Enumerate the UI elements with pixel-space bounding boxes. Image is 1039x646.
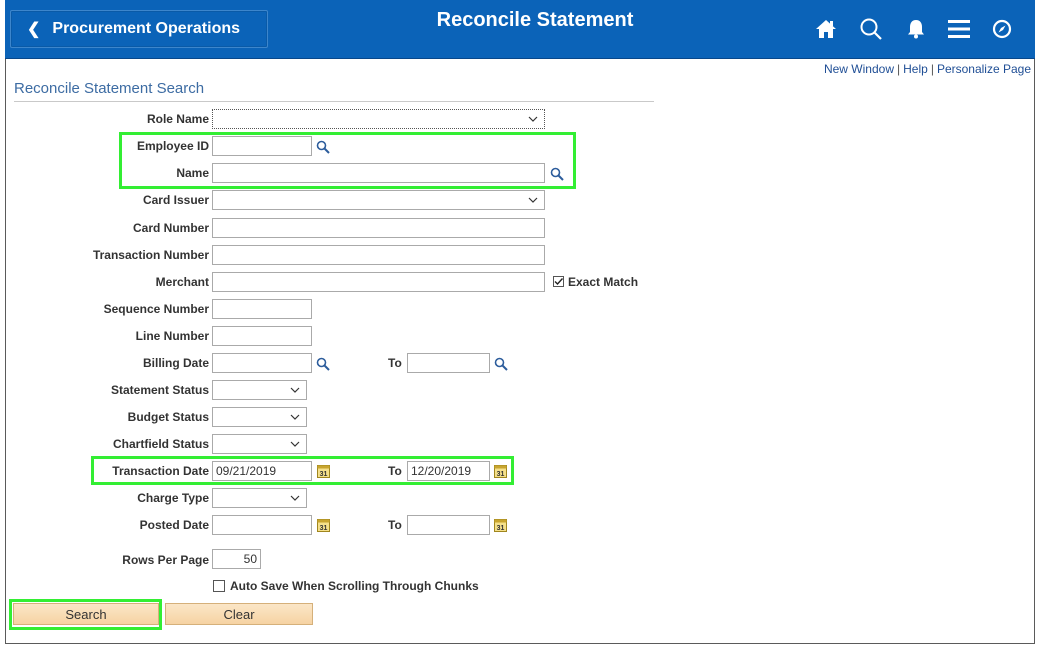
back-label: Procurement Operations [52, 20, 241, 37]
statement-status-label: Statement Status [110, 383, 209, 397]
posted-date-label: Posted Date [139, 518, 209, 532]
transaction-date-to-calendar-icon[interactable]: 31 [494, 464, 507, 478]
posted-date-to-label: To [388, 518, 402, 532]
auto-save-checkbox[interactable] [213, 580, 225, 592]
line-number-label: Line Number [135, 329, 209, 343]
chevron-down-icon [290, 441, 300, 447]
transaction-date-to-input[interactable] [407, 461, 490, 481]
statement-status-select[interactable] [212, 380, 307, 400]
name-label: Name [176, 166, 209, 180]
role-name-label: Role Name [146, 112, 209, 126]
billing-date-to-input[interactable] [407, 353, 490, 373]
rows-per-page-label: Rows Per Page [122, 553, 209, 567]
budget-status-select[interactable] [212, 407, 307, 427]
transaction-number-label: Transaction Number [92, 248, 209, 262]
posted-date-calendar-icon[interactable]: 31 [317, 518, 330, 532]
billing-date-to-lookup-icon[interactable] [494, 357, 508, 371]
link-separator: | [930, 62, 934, 76]
name-lookup-icon[interactable] [550, 167, 564, 181]
transaction-date-input[interactable] [212, 461, 312, 481]
exact-match-label: Exact Match [568, 275, 639, 289]
new-window-link[interactable]: New Window [824, 62, 894, 76]
charge-type-label: Charge Type [137, 491, 209, 505]
role-name-select[interactable] [212, 109, 545, 129]
employee-id-input[interactable] [212, 136, 312, 156]
svg-text:31: 31 [320, 471, 328, 478]
svg-text:31: 31 [497, 525, 505, 532]
transaction-date-label: Transaction Date [112, 464, 209, 478]
card-issuer-select[interactable] [212, 190, 545, 210]
merchant-label: Merchant [155, 275, 209, 289]
line-number-input[interactable] [212, 326, 312, 346]
navbar-compass-icon[interactable] [988, 15, 1016, 43]
search-icon[interactable] [857, 15, 885, 43]
help-link[interactable]: Help [903, 62, 928, 76]
clear-button[interactable]: Clear [165, 603, 313, 625]
home-icon[interactable] [812, 15, 840, 43]
employee-id-lookup-icon[interactable] [316, 140, 330, 154]
search-button[interactable]: Search [13, 603, 159, 625]
posted-date-to-input[interactable] [407, 515, 490, 535]
chartfield-status-select[interactable] [212, 434, 307, 454]
rows-per-page-input[interactable] [212, 549, 261, 569]
svg-text:31: 31 [497, 471, 505, 478]
billing-date-lookup-icon[interactable] [316, 357, 330, 371]
personalize-page-link[interactable]: Personalize Page [937, 62, 1031, 76]
bell-icon[interactable] [902, 15, 930, 43]
svg-text:31: 31 [320, 525, 328, 532]
merchant-input[interactable] [212, 272, 545, 292]
name-input[interactable] [212, 163, 545, 183]
sequence-number-input[interactable] [212, 299, 312, 319]
employee-id-label: Employee ID [136, 139, 209, 153]
billing-date-label: Billing Date [142, 356, 209, 370]
billing-date-to-label: To [388, 356, 402, 370]
card-number-label: Card Number [132, 221, 209, 235]
chartfield-status-label: Chartfield Status [112, 437, 209, 451]
transaction-date-to-label: To [388, 464, 402, 478]
exact-match-checkbox[interactable] [553, 276, 564, 287]
card-issuer-label: Card Issuer [142, 193, 209, 207]
auto-save-label: Auto Save When Scrolling Through Chunks [230, 579, 479, 593]
page-title: Reconcile Statement [436, 9, 634, 31]
checkmark-icon [554, 278, 564, 286]
page-links: New Window | Help | Personalize Page [824, 62, 1031, 76]
section-title: Reconcile Statement Search [14, 80, 205, 97]
menu-icon[interactable] [945, 15, 973, 43]
chevron-down-icon [528, 197, 538, 203]
billing-date-input[interactable] [212, 353, 312, 373]
posted-date-to-calendar-icon[interactable]: 31 [494, 518, 507, 532]
chevron-down-icon [290, 387, 300, 393]
sequence-number-label: Sequence Number [103, 302, 209, 316]
chevron-down-icon [290, 414, 300, 420]
transaction-number-input[interactable] [212, 245, 545, 265]
back-button[interactable]: ❮ Procurement Operations [10, 10, 268, 48]
chevron-down-icon [290, 495, 300, 501]
transaction-date-calendar-icon[interactable]: 31 [317, 464, 330, 478]
budget-status-label: Budget Status [127, 410, 209, 424]
charge-type-select[interactable] [212, 488, 307, 508]
section-divider [14, 101, 654, 102]
link-separator: | [897, 62, 901, 76]
chevron-left-icon: ❮ [27, 21, 41, 38]
card-number-input[interactable] [212, 218, 545, 238]
chevron-down-icon [528, 116, 538, 122]
posted-date-input[interactable] [212, 515, 312, 535]
